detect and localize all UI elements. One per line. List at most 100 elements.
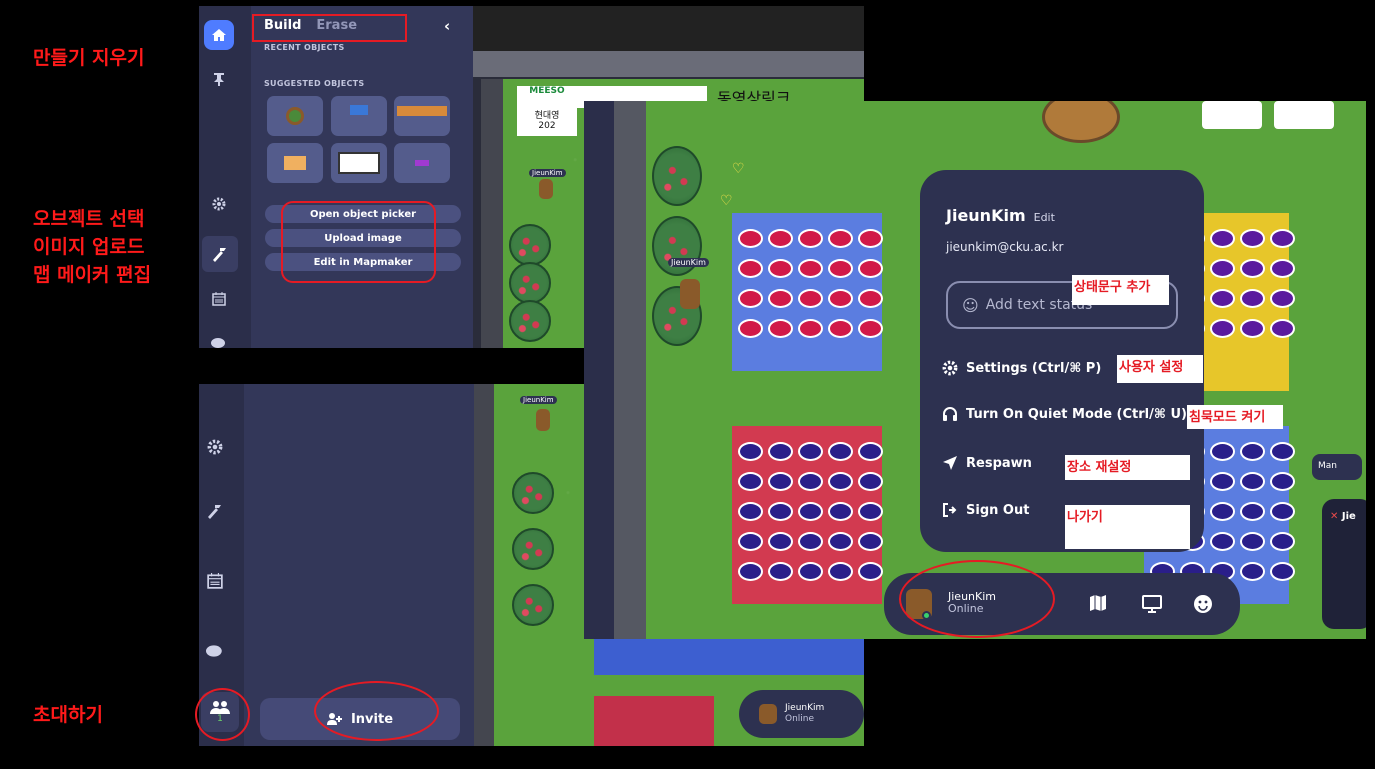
menu-quiet-mode[interactable]: Turn On Quiet Mode (Ctrl/⌘ U): [942, 406, 1187, 422]
highlight-object-buttons: [281, 201, 436, 283]
calendar-icon: [212, 292, 226, 306]
heart-icon: ♡: [732, 161, 745, 177]
rose-bush: [652, 216, 702, 276]
monitor-icon: [1142, 595, 1162, 613]
calendar-rail-button[interactable]: [204, 284, 234, 314]
note-quiet-mode: 침묵모드 켜기: [1187, 405, 1283, 429]
flower-table: [1274, 101, 1334, 129]
headphones-icon: [943, 407, 957, 421]
chat-icon: [206, 645, 222, 657]
calendar-rail-button[interactable]: [200, 566, 230, 596]
profile-email: jieunkim@cku.ac.kr: [946, 240, 1064, 254]
menu-settings-label: Settings (Ctrl/⌘ P): [966, 360, 1102, 376]
collapse-chevron-icon[interactable]: ‹: [444, 17, 450, 35]
object-tile-chair[interactable]: [331, 96, 387, 136]
user-status: Online: [785, 714, 815, 724]
map-banner: MEESO 현대영 202: [517, 86, 577, 136]
banner-year: 202: [538, 121, 556, 131]
seat-row: [594, 639, 864, 675]
profile-edit-link[interactable]: Edit: [1034, 211, 1055, 224]
menu-quiet-mode-label: Turn On Quiet Mode (Ctrl/⌘ U): [966, 406, 1187, 422]
mic-muted-icon: ✕: [1330, 511, 1342, 522]
player-tag-top: JieunKim: [529, 169, 566, 177]
object-tile-whiteboard[interactable]: [331, 143, 387, 183]
settings-rail-button[interactable]: [204, 189, 234, 219]
calendar-icon: [207, 573, 223, 589]
object-tile-screen[interactable]: [394, 143, 450, 183]
seat-block-blue: [732, 213, 883, 371]
banner-logo: MEESO: [529, 86, 565, 96]
menu-respawn[interactable]: Respawn: [942, 455, 1032, 471]
build-rail-button[interactable]: [202, 236, 238, 272]
sign-out-icon: [943, 503, 957, 517]
object-tile-table[interactable]: [394, 96, 450, 136]
rose-bush: [509, 262, 551, 304]
heart-icon: ♡: [720, 193, 733, 209]
rose-bush: [512, 528, 554, 570]
map-wall-left: [614, 101, 646, 639]
screen-share-button[interactable]: [1142, 594, 1162, 618]
pin-icon: [214, 73, 224, 86]
rose-bush: [509, 300, 551, 342]
label-build-erase: 만들기 지우기: [33, 47, 145, 69]
label-image-upload: 이미지 업로드: [33, 236, 145, 258]
player-avatar-top[interactable]: [539, 179, 553, 199]
gear-icon: [207, 439, 223, 455]
object-tile-plant[interactable]: [267, 96, 323, 136]
bottom-user-bar-small[interactable]: JieunKim Online: [739, 690, 864, 738]
player-tag-bottom: JieunKim: [520, 396, 557, 404]
suggested-objects-heading: SUGGESTED OBJECTS: [264, 79, 365, 88]
flower-table: [1202, 101, 1262, 129]
map-button[interactable]: [1089, 594, 1107, 616]
menu-respawn-label: Respawn: [966, 455, 1032, 471]
map-wall-stripe: [473, 51, 864, 77]
location-arrow-icon: [943, 456, 957, 470]
hammer-icon: [213, 248, 226, 262]
menu-sign-out-label: Sign Out: [966, 502, 1030, 518]
map-wall-left: [481, 79, 503, 348]
seat-row: [594, 696, 714, 746]
player-tag-large: JieunKim: [668, 258, 709, 267]
map-icon: [1090, 595, 1106, 611]
recent-objects-heading: RECENT OBJECTS: [264, 43, 345, 52]
avatar: [759, 704, 777, 724]
gear-icon: [212, 197, 226, 211]
hammer-icon: [208, 505, 221, 519]
gear-icon: [942, 360, 958, 376]
side-chip-jie-label: Jie: [1341, 511, 1356, 522]
emote-button[interactable]: [1193, 594, 1213, 618]
chat-rail-button[interactable]: [200, 636, 230, 666]
smile-icon: ☺: [962, 295, 979, 315]
side-chip-jie[interactable]: ✕ Jie: [1322, 499, 1366, 629]
highlight-user-bar: [899, 560, 1055, 638]
player-avatar-bottom[interactable]: [536, 409, 550, 431]
label-invite: 초대하기: [33, 704, 103, 726]
note-respawn: 장소 재설정: [1065, 455, 1190, 480]
menu-settings[interactable]: Settings (Ctrl/⌘ P): [942, 360, 1101, 376]
note-user-settings: 사용자 설정: [1117, 355, 1203, 383]
home-button[interactable]: [204, 20, 234, 50]
side-chip-man[interactable]: Man: [1312, 454, 1362, 480]
highlight-build-erase: [252, 14, 407, 42]
chat-rail-button[interactable]: [204, 328, 234, 348]
rose-bush: [509, 224, 551, 266]
map-wall-left: [474, 384, 494, 746]
map-wall: [473, 6, 864, 51]
left-rail: [199, 6, 251, 348]
profile-name: JieunKim: [946, 206, 1026, 225]
menu-sign-out[interactable]: Sign Out: [942, 502, 1029, 518]
chat-icon: [211, 338, 225, 348]
player-avatar-large[interactable]: [680, 279, 700, 309]
profile-screenshot: JieunKim ♡ ♡ Man ✕ Jie JieunKim Edit jie…: [584, 101, 1366, 639]
label-object-select: 오브젝트 선택: [33, 208, 145, 230]
pin-button[interactable]: [204, 64, 234, 94]
build-rail-button[interactable]: [200, 496, 230, 526]
highlight-invite: [314, 681, 439, 741]
settings-rail-button[interactable]: [200, 432, 230, 462]
build-panel: Build Erase ‹ RECENT OBJECTS SUGGESTED O…: [251, 6, 473, 348]
home-icon: [212, 29, 226, 41]
rose-bush: [652, 146, 702, 206]
object-tile-rug[interactable]: [267, 143, 323, 183]
rose-bush: [512, 472, 554, 514]
banner-sub: 현대영: [534, 111, 560, 121]
